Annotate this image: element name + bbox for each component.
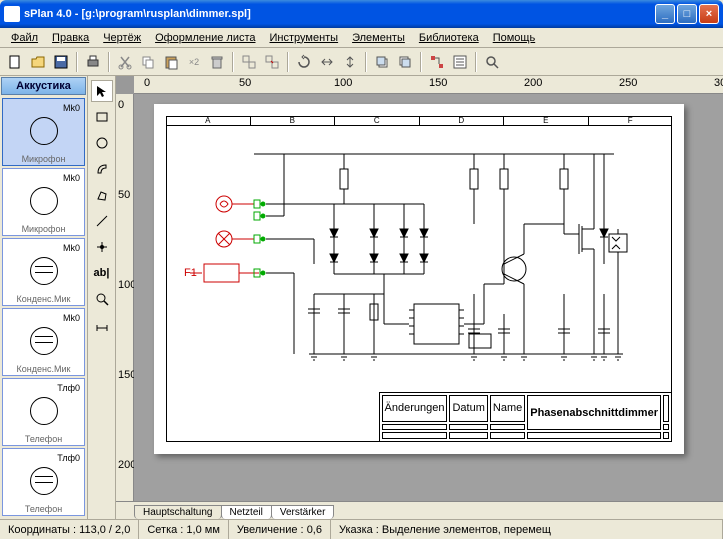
- polygon-tool[interactable]: [91, 184, 113, 206]
- rect-tool[interactable]: [91, 106, 113, 128]
- circle-tool[interactable]: [91, 132, 113, 154]
- save-button[interactable]: [50, 51, 72, 73]
- new-button[interactable]: [4, 51, 26, 73]
- ungroup-button[interactable]: [261, 51, 283, 73]
- titlebar: sPlan 4.0 - [g:\program\rusplan\dimmer.s…: [0, 0, 723, 28]
- sheet-tab-main[interactable]: Hauptschaltung: [134, 505, 222, 519]
- palette-caption: Конденс.Мик: [17, 364, 71, 374]
- front-button[interactable]: [371, 51, 393, 73]
- delete-button[interactable]: [206, 51, 228, 73]
- status-coords: Координаты : 113,0 / 2,0: [0, 520, 139, 539]
- palette-item-4[interactable]: Тлф0 Телефон: [2, 378, 85, 446]
- palette-caption: Телефон: [25, 504, 62, 514]
- flip-v-button[interactable]: [339, 51, 361, 73]
- statusbar: Координаты : 113,0 / 2,0 Сетка : 1,0 мм …: [0, 519, 723, 539]
- palette-ref: Тлф0: [57, 383, 80, 393]
- palette-item-1[interactable]: Mk0 Микрофон: [2, 168, 85, 236]
- menu-tools[interactable]: Инструменты: [263, 30, 346, 46]
- palette-item-5[interactable]: Тлф0 Телефон: [2, 448, 85, 516]
- sheet-page: ABCDEF: [154, 104, 684, 454]
- palette-item-3[interactable]: Mk0 Конденс.Мик: [2, 308, 85, 376]
- zoom-tool[interactable]: [91, 288, 113, 310]
- print-button[interactable]: [82, 51, 104, 73]
- minimize-button[interactable]: _: [655, 4, 675, 24]
- palette-symbol: [30, 187, 58, 215]
- palette-symbol: [30, 397, 58, 425]
- canvas-area: 050100150200250300 050100150200 ABCDEF: [116, 76, 723, 519]
- menu-file[interactable]: Файл: [4, 30, 45, 46]
- duplicate-button[interactable]: ×2: [183, 51, 205, 73]
- palette-ref: Mk0: [63, 173, 80, 183]
- palette-item-0[interactable]: Mk0 Микрофон: [2, 98, 85, 166]
- menu-edit[interactable]: Правка: [45, 30, 96, 46]
- sheet-tabs: Hauptschaltung Netzteil Verstärker: [116, 501, 723, 519]
- menu-help[interactable]: Помощь: [486, 30, 543, 46]
- palette-ref: Mk0: [63, 313, 80, 323]
- menubar: Файл Правка Чертёж Оформление листа Инст…: [0, 28, 723, 48]
- status-grid: Сетка : 1,0 мм: [139, 520, 229, 539]
- node-tool[interactable]: [91, 236, 113, 258]
- ruler-vertical: 050100150200: [116, 94, 134, 501]
- copy-button[interactable]: [137, 51, 159, 73]
- status-hint: Указка : Выделение элементов, перемещ: [331, 520, 723, 539]
- maximize-button[interactable]: □: [677, 4, 697, 24]
- palette-symbol: [30, 257, 58, 285]
- text-tool[interactable]: ab|: [91, 262, 113, 284]
- rotate-button[interactable]: [293, 51, 315, 73]
- list-button[interactable]: [449, 51, 471, 73]
- line-tool[interactable]: [91, 210, 113, 232]
- cut-button[interactable]: [114, 51, 136, 73]
- measure-tool[interactable]: [91, 314, 113, 336]
- palette-caption: Микрофон: [22, 154, 66, 164]
- menu-sheet[interactable]: Оформление листа: [148, 30, 262, 46]
- palette-ref: Mk0: [63, 243, 80, 253]
- window-title: sPlan 4.0 - [g:\program\rusplan\dimmer.s…: [24, 8, 655, 20]
- palette-category[interactable]: Аккустика: [1, 77, 86, 95]
- palette-caption: Конденс.Мик: [17, 294, 71, 304]
- status-zoom: Увеличение : 0,6: [229, 520, 331, 539]
- palette-symbol: [30, 117, 58, 145]
- palette-ref: Тлф0: [57, 453, 80, 463]
- menu-elements[interactable]: Элементы: [345, 30, 412, 46]
- search-button[interactable]: [481, 51, 503, 73]
- flip-h-button[interactable]: [316, 51, 338, 73]
- schematic-drawing: F1: [184, 134, 664, 404]
- close-button[interactable]: ×: [699, 4, 719, 24]
- drawing-canvas[interactable]: ABCDEF: [134, 94, 723, 501]
- title-block: ÄnderungenDatumNamePhasenabschnittdimmer: [379, 392, 672, 442]
- palette-symbol: [30, 467, 58, 495]
- group-button[interactable]: [238, 51, 260, 73]
- paste-button[interactable]: [160, 51, 182, 73]
- special-tool[interactable]: [91, 158, 113, 180]
- component-palette: Аккустика Mk0 Микрофон Mk0 Микрофон Mk0 Конде…: [0, 76, 88, 519]
- ruler-horizontal: 050100150200250300: [134, 76, 723, 94]
- sheet-tab-verstaerker[interactable]: Verstärker: [271, 505, 335, 519]
- palette-caption: Микрофон: [22, 224, 66, 234]
- svg-text:F1: F1: [184, 267, 197, 279]
- app-icon: [4, 6, 20, 22]
- snap-button[interactable]: [426, 51, 448, 73]
- pointer-tool[interactable]: [91, 80, 113, 102]
- open-button[interactable]: [27, 51, 49, 73]
- back-button[interactable]: [394, 51, 416, 73]
- sheet-tab-netzteil[interactable]: Netzteil: [221, 505, 272, 519]
- palette-symbol: [30, 327, 58, 355]
- toolbar: ×2: [0, 48, 723, 76]
- menu-library[interactable]: Библиотека: [412, 30, 486, 46]
- palette-caption: Телефон: [25, 434, 62, 444]
- drawing-tools: ab|: [88, 76, 116, 519]
- palette-ref: Mk0: [63, 103, 80, 113]
- palette-item-2[interactable]: Mk0 Конденс.Мик: [2, 238, 85, 306]
- menu-drawing[interactable]: Чертёж: [96, 30, 148, 46]
